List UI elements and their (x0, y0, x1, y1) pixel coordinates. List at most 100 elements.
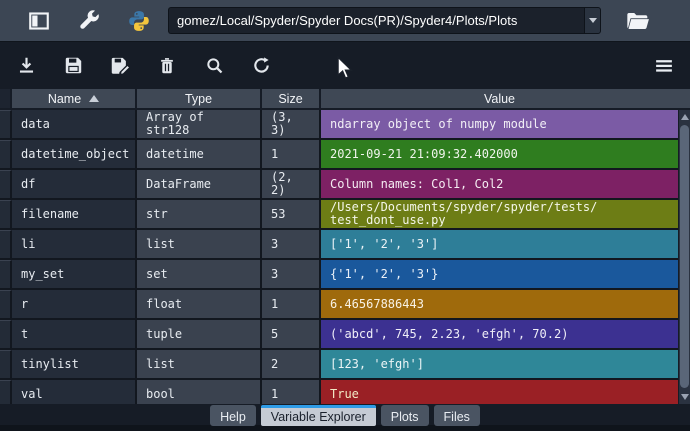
table-row: data Array of str128 (3, 3) ndarray object … (0, 110, 678, 140)
import-data-icon[interactable] (14, 54, 38, 78)
table-header: Name Type Size Value (0, 89, 678, 110)
scrollbar-corner (678, 89, 690, 110)
column-header-value-label: Value (483, 91, 516, 106)
refresh-icon[interactable] (249, 54, 273, 78)
cell-name[interactable]: datetime_object (12, 140, 137, 170)
tab-variable-explorer[interactable]: Variable Explorer (260, 405, 376, 426)
working-directory-dropdown[interactable] (584, 7, 601, 34)
cell-size[interactable]: 5 (262, 320, 321, 350)
cell-value[interactable]: 2021-09-21 21:09:32.402000 (321, 140, 678, 170)
arrow-up-icon[interactable] (685, 4, 690, 38)
search-icon[interactable] (202, 54, 226, 78)
column-header-size[interactable]: Size (262, 89, 321, 110)
save-data-as-icon[interactable] (108, 54, 132, 78)
cell-value[interactable]: [123, 'efgh'] (321, 350, 678, 380)
variable-explorer-toolbar (0, 42, 690, 89)
row-header[interactable] (0, 320, 12, 350)
cell-size[interactable]: 53 (262, 200, 321, 230)
column-header-size-label: Size (278, 91, 303, 106)
table-row: filename str 53/Users/Documents/spyder/spy… (0, 200, 678, 230)
table-row: li list 3 ['1', '2', '3'] (0, 230, 678, 260)
table-row: r float 1 6.46567886443 (0, 290, 678, 320)
table-row: t tuple 5 ('abcd', 745, 2.23, 'efgh', 70.2) (0, 320, 678, 350)
cell-value[interactable]: True (321, 380, 678, 404)
cell-value[interactable]: /Users/Documents/spyder/spyder/tests/ te… (321, 200, 678, 230)
row-header[interactable] (0, 170, 12, 200)
cell-size[interactable]: 1 (262, 140, 321, 170)
row-header[interactable] (0, 230, 12, 260)
row-header[interactable] (0, 260, 12, 290)
row-header[interactable] (0, 290, 12, 320)
table-row: my_set set 3 {'1', '2', '3'} (0, 260, 678, 290)
column-header-type-label: Type (184, 91, 213, 106)
folder-open-icon[interactable] (613, 4, 663, 38)
cell-size[interactable]: 2 (262, 350, 321, 380)
column-header-value[interactable]: Value (321, 89, 678, 110)
python-logo-icon[interactable] (114, 4, 164, 38)
column-header-type[interactable]: Type (137, 89, 262, 110)
cell-size[interactable]: 3 (262, 260, 321, 290)
table-row: tinylist list 2 [123, 'efgh'] (0, 350, 678, 380)
options-menu-icon[interactable] (652, 54, 676, 78)
cell-type[interactable]: bool (137, 380, 262, 404)
panel-layout-icon[interactable] (14, 4, 64, 38)
cell-value[interactable]: ('abcd', 745, 2.23, 'efgh', 70.2) (321, 320, 678, 350)
row-header[interactable] (0, 110, 12, 140)
chevron-down-icon (588, 18, 597, 23)
tab-files[interactable]: Files (433, 405, 480, 426)
variable-table: Name Type Size Value data Array of str128… (0, 89, 690, 404)
cell-name[interactable]: df (12, 170, 137, 200)
row-header[interactable] (0, 380, 12, 404)
cell-size[interactable]: (3, 3) (262, 110, 321, 140)
column-header-name-label: Name (47, 91, 82, 106)
cell-size[interactable]: 1 (262, 380, 321, 404)
table-body: data Array of str128 (3, 3) ndarray object … (0, 110, 678, 404)
cell-type[interactable]: list (137, 230, 262, 260)
cell-type[interactable]: float (137, 290, 262, 320)
cell-name[interactable]: t (12, 320, 137, 350)
cell-size[interactable]: 1 (262, 290, 321, 320)
scroll-down-button[interactable] (679, 390, 690, 404)
cell-value[interactable]: 6.46567886443 (321, 290, 678, 320)
row-header[interactable] (0, 140, 12, 170)
cell-name[interactable]: tinylist (12, 350, 137, 380)
scroll-up-button[interactable] (679, 110, 690, 124)
cell-value[interactable]: {'1', '2', '3'} (321, 260, 678, 290)
cell-size[interactable]: (2, 2) (262, 170, 321, 200)
cell-type[interactable]: set (137, 260, 262, 290)
cell-name[interactable]: my_set (12, 260, 137, 290)
row-header[interactable] (0, 200, 12, 230)
save-data-icon[interactable] (61, 54, 85, 78)
remove-variable-icon[interactable] (155, 54, 179, 78)
table-row: val bool 1 True (0, 380, 678, 404)
cell-type[interactable]: Array of str128 (137, 110, 262, 140)
cell-name[interactable]: val (12, 380, 137, 404)
cell-type[interactable]: str (137, 200, 262, 230)
table-row: datetime_object datetime 1 2021-09-21 21:09… (0, 140, 678, 170)
cell-name[interactable]: li (12, 230, 137, 260)
cell-name[interactable]: data (12, 110, 137, 140)
triangle-down-icon (681, 394, 689, 400)
working-directory-value[interactable]: gomez/Local/Spyder/Spyder Docs(PR)/Spyde… (168, 7, 584, 34)
cell-type[interactable]: tuple (137, 320, 262, 350)
vertical-scrollbar[interactable] (678, 110, 690, 404)
cell-type[interactable]: datetime (137, 140, 262, 170)
cell-size[interactable]: 3 (262, 230, 321, 260)
pane-tab-bar: Help Variable Explorer Plots Files (0, 404, 690, 431)
column-header-name[interactable]: Name (12, 89, 137, 110)
tab-plots[interactable]: Plots (380, 405, 429, 426)
scrollbar-thumb[interactable] (680, 125, 689, 388)
cell-type[interactable]: DataFrame (137, 170, 262, 200)
working-directory-combobox[interactable]: gomez/Local/Spyder/Spyder Docs(PR)/Spyde… (168, 7, 601, 34)
cell-name[interactable]: r (12, 290, 137, 320)
sort-ascending-icon (89, 95, 100, 102)
tab-help[interactable]: Help (210, 405, 256, 426)
row-header[interactable] (0, 350, 12, 380)
table-row: df DataFrame (2, 2) Column names: Col1, Col… (0, 170, 678, 200)
cell-value[interactable]: ['1', '2', '3'] (321, 230, 678, 260)
wrench-icon[interactable] (64, 4, 114, 38)
cell-name[interactable]: filename (12, 200, 137, 230)
cell-type[interactable]: list (137, 350, 262, 380)
cell-value[interactable]: Column names: Col1, Col2 (321, 170, 678, 200)
cell-value[interactable]: ndarray object of numpy module (321, 110, 678, 140)
